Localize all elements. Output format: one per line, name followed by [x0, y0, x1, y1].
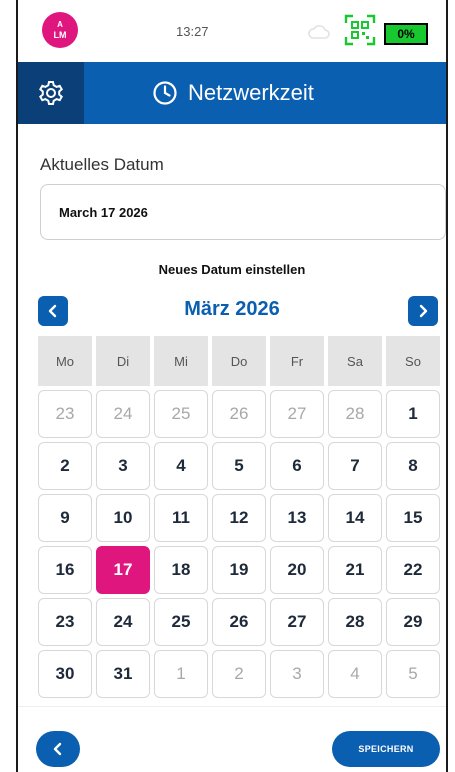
- calendar-day[interactable]: 7: [328, 442, 382, 490]
- calendar-day[interactable]: 31: [96, 650, 150, 698]
- calendar-day-other-month[interactable]: 3: [270, 650, 324, 698]
- calendar-day-other-month[interactable]: 26: [212, 390, 266, 438]
- calendar-day[interactable]: 15: [386, 494, 440, 542]
- chevron-right-icon: [419, 304, 428, 318]
- status-bar: A LM 13:27 0%: [18, 0, 446, 62]
- weekday-header: Mi: [154, 336, 208, 386]
- back-button[interactable]: [36, 731, 80, 767]
- qr-code-icon[interactable]: [344, 14, 376, 46]
- weekday-header: Sa: [328, 336, 382, 386]
- calendar-day-other-month[interactable]: 1: [154, 650, 208, 698]
- calendar-day-other-month[interactable]: 28: [328, 390, 382, 438]
- header-title-group: Netzwerkzeit: [152, 62, 314, 124]
- calendar-day[interactable]: 25: [154, 598, 208, 646]
- calendar-day[interactable]: 18: [154, 546, 208, 594]
- calendar-day-other-month[interactable]: 24: [96, 390, 150, 438]
- clock-icon: [153, 81, 177, 105]
- weekday-header: Do: [212, 336, 266, 386]
- status-time: 13:27: [176, 24, 209, 39]
- calendar-day[interactable]: 1: [386, 390, 440, 438]
- calendar-day[interactable]: 10: [96, 494, 150, 542]
- calendar-day[interactable]: 3: [96, 442, 150, 490]
- chevron-left-icon: [53, 742, 62, 756]
- calendar-day[interactable]: 28: [328, 598, 382, 646]
- next-month-button[interactable]: [408, 296, 438, 326]
- calendar-day-other-month[interactable]: 23: [38, 390, 92, 438]
- calendar-day[interactable]: 4: [154, 442, 208, 490]
- calendar-day[interactable]: 9: [38, 494, 92, 542]
- calendar-day[interactable]: 21: [328, 546, 382, 594]
- avatar-top-glyph: A: [57, 20, 63, 29]
- settings-button[interactable]: [18, 62, 84, 124]
- header-bar: Netzwerkzeit: [18, 62, 446, 124]
- calendar-day-selected[interactable]: 17: [96, 546, 150, 594]
- calendar-day[interactable]: 23: [38, 598, 92, 646]
- calendar-day-other-month[interactable]: 25: [154, 390, 208, 438]
- current-date-label: Aktuelles Datum: [40, 155, 164, 174]
- calendar-day[interactable]: 22: [386, 546, 440, 594]
- calendar-day[interactable]: 29: [386, 598, 440, 646]
- calendar-day[interactable]: 13: [270, 494, 324, 542]
- month-title: März 2026: [184, 298, 280, 320]
- calendar-day[interactable]: 12: [212, 494, 266, 542]
- cloud-icon: [308, 25, 330, 39]
- calendar-day[interactable]: 11: [154, 494, 208, 542]
- calendar-day-other-month[interactable]: 2: [212, 650, 266, 698]
- weekday-header: Di: [96, 336, 150, 386]
- calendar-day[interactable]: 30: [38, 650, 92, 698]
- page-title: Netzwerkzeit: [188, 80, 314, 105]
- calendar-day[interactable]: 27: [270, 598, 324, 646]
- calendar-day[interactable]: 16: [38, 546, 92, 594]
- calendar-day[interactable]: 8: [386, 442, 440, 490]
- footer-bar: SPEICHERN: [18, 706, 446, 772]
- avatar[interactable]: A LM: [42, 12, 78, 48]
- calendar-day[interactable]: 20: [270, 546, 324, 594]
- battery-level: 0%: [397, 27, 415, 41]
- avatar-initials: LM: [53, 30, 67, 40]
- app-frame: A LM 13:27 0% Netzwerkzeit Aktuelles Dat…: [16, 0, 448, 772]
- calendar-day[interactable]: 14: [328, 494, 382, 542]
- weekday-header: Mo: [38, 336, 92, 386]
- save-button[interactable]: SPEICHERN: [332, 731, 440, 767]
- gear-icon: [39, 81, 63, 105]
- current-date-field: March 17 2026: [40, 184, 446, 240]
- calendar-header: März 2026: [18, 296, 446, 330]
- current-date-value: March 17 2026: [59, 204, 148, 220]
- weekday-header: So: [386, 336, 440, 386]
- calendar-day-other-month[interactable]: 5: [386, 650, 440, 698]
- calendar-day[interactable]: 6: [270, 442, 324, 490]
- weekday-header: Fr: [270, 336, 324, 386]
- calendar-day-other-month[interactable]: 4: [328, 650, 382, 698]
- new-date-heading: Neues Datum einstellen: [158, 262, 306, 277]
- calendar-day[interactable]: 26: [212, 598, 266, 646]
- calendar-day-other-month[interactable]: 27: [270, 390, 324, 438]
- calendar-day[interactable]: 2: [38, 442, 92, 490]
- calendar-day[interactable]: 19: [212, 546, 266, 594]
- battery-icon: 0%: [384, 23, 428, 45]
- calendar-day[interactable]: 5: [212, 442, 266, 490]
- calendar-day[interactable]: 24: [96, 598, 150, 646]
- calendar-grid: Mo Di Mi Do Fr Sa So 23 24 25 26 27 28 1 2 3 4 5 6 7 8 9 10 11 1…: [38, 336, 442, 698]
